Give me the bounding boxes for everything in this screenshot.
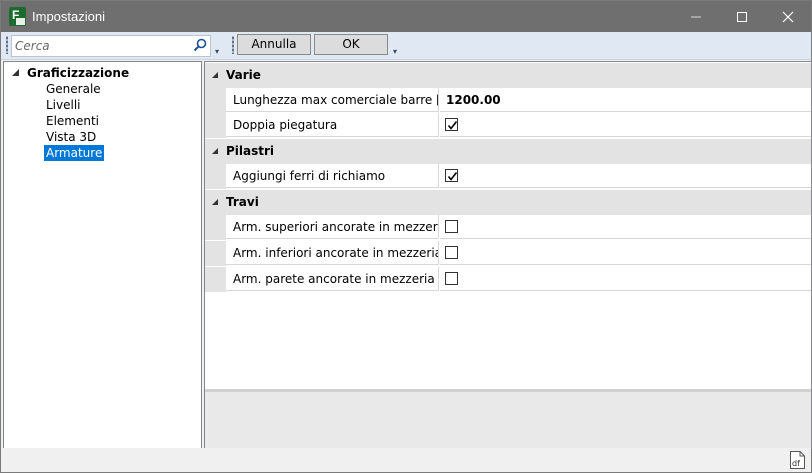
svg-text:df: df: [792, 459, 800, 468]
cancel-button[interactable]: Annulla: [237, 34, 311, 55]
close-icon: [782, 11, 794, 23]
category-tree: Graficizzazione Generale Livelli Element…: [3, 61, 202, 449]
toolbar-overflow-icon[interactable]: ▾: [393, 48, 397, 56]
category-label: Travi: [226, 195, 259, 209]
property-row: Arm. inferiori ancorate in mezzeria: [205, 241, 811, 266]
tree-root-label: Graficizzazione: [27, 66, 130, 80]
tree-item-livelli[interactable]: Livelli: [44, 97, 83, 113]
toolbar-overflow-icon[interactable]: ▾: [215, 48, 219, 56]
property-name[interactable]: Arm. parete ancorate in mezzeria: [226, 267, 439, 291]
close-button[interactable]: [765, 1, 811, 32]
maximize-icon: [737, 12, 747, 22]
status-bar: df: [1, 448, 811, 472]
settings-window: F Impostazioni ▾ Annulla OK ▾: [0, 0, 812, 473]
collapse-arrow-icon[interactable]: [212, 199, 219, 206]
arm-superiori-checkbox[interactable]: [445, 220, 458, 233]
search-icon[interactable]: [193, 38, 207, 52]
doppia-piegatura-checkbox[interactable]: [445, 118, 458, 131]
category-travi[interactable]: Travi: [205, 190, 811, 215]
ok-button[interactable]: OK: [314, 34, 388, 55]
property-name[interactable]: Arm. superiori ancorate in mezzeria: [226, 215, 439, 239]
description-panel: [205, 389, 811, 451]
property-name[interactable]: Lunghezza max comerciale barre [cm]: [226, 88, 439, 112]
property-name[interactable]: Arm. inferiori ancorate in mezzeria: [226, 241, 439, 265]
property-row: Arm. superiori ancorate in mezzeria: [205, 215, 811, 240]
checkmark-icon: [447, 121, 458, 130]
toolbar-grip[interactable]: [232, 36, 234, 54]
title-bar: F Impostazioni: [1, 1, 811, 32]
minimize-icon: [691, 16, 701, 18]
collapse-arrow-icon[interactable]: [212, 72, 219, 79]
df-file-icon[interactable]: df: [790, 451, 805, 469]
property-name[interactable]: Aggiungi ferri di richiamo: [226, 164, 439, 188]
search-box: [11, 35, 211, 57]
minimize-button[interactable]: [673, 1, 719, 32]
category-label: Varie: [226, 68, 261, 82]
max-bar-length-field[interactable]: 1200.00: [440, 88, 811, 112]
checkmark-icon: [447, 172, 458, 181]
category-pilastri[interactable]: Pilastri: [205, 139, 811, 164]
ferri-richiamo-checkbox[interactable]: [445, 169, 458, 182]
collapse-arrow-icon[interactable]: [12, 69, 20, 77]
arm-inferiori-checkbox[interactable]: [445, 246, 458, 259]
tree-item-armature[interactable]: Armature: [44, 145, 105, 161]
tree-item-generale[interactable]: Generale: [44, 81, 103, 97]
category-label: Pilastri: [226, 144, 275, 158]
arm-parete-checkbox[interactable]: [445, 272, 458, 285]
window-title: Impostazioni: [32, 9, 105, 24]
tree-item-elementi[interactable]: Elementi: [44, 113, 101, 129]
tree-item-vista-3d[interactable]: Vista 3D: [44, 129, 98, 145]
property-row: Arm. parete ancorate in mezzeria: [205, 267, 811, 292]
property-row: Doppia piegatura: [205, 113, 811, 138]
property-row: Lunghezza max comerciale barre [cm] 1200…: [205, 88, 811, 113]
maximize-button[interactable]: [719, 1, 765, 32]
collapse-arrow-icon[interactable]: [212, 148, 219, 155]
toolbar-grip[interactable]: [6, 36, 8, 54]
toolbar: ▾ Annulla OK ▾: [1, 32, 811, 60]
property-grid: Varie Lunghezza max comerciale barre [cm…: [204, 61, 812, 451]
property-row: Aggiungi ferri di richiamo: [205, 164, 811, 189]
category-varie[interactable]: Varie: [205, 63, 811, 88]
app-icon: F: [9, 7, 26, 26]
property-name[interactable]: Doppia piegatura: [226, 113, 439, 137]
search-input[interactable]: [15, 37, 185, 54]
